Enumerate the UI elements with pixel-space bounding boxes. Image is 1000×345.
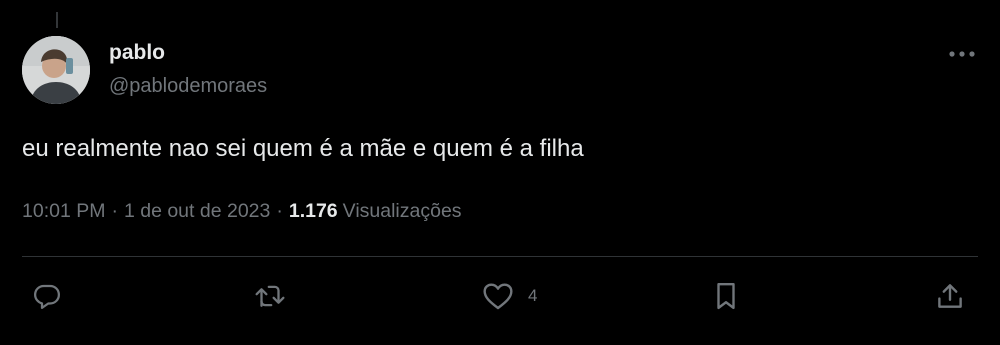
- retweet-icon: [255, 285, 285, 307]
- profile-photo: [22, 36, 90, 104]
- bookmark-button[interactable]: [712, 278, 740, 314]
- tweet-date[interactable]: 1 de out de 2023: [124, 200, 270, 223]
- bookmark-icon: [717, 282, 735, 310]
- more-options-button[interactable]: [942, 40, 982, 68]
- author-handle[interactable]: @pablodemoraes: [109, 75, 267, 98]
- avatar[interactable]: [22, 36, 90, 104]
- tweet-time[interactable]: 10:01 PM: [22, 200, 105, 223]
- reply-icon: [34, 284, 60, 309]
- share-icon: [938, 284, 962, 308]
- like-count: 4: [528, 286, 538, 305]
- tweet-metadata: 10:01 PM · 1 de out de 2023 · 1.176 Visu…: [22, 200, 462, 223]
- thread-connector-line: [56, 12, 58, 28]
- author-display-name[interactable]: pablo: [109, 41, 165, 65]
- retweet-button[interactable]: [253, 278, 287, 314]
- meta-separator: ·: [276, 200, 283, 222]
- views-label: Visualizações: [342, 200, 462, 222]
- views-count: 1.176: [288, 200, 338, 222]
- like-button[interactable]: 4: [482, 278, 537, 314]
- meta-separator: ·: [111, 200, 118, 222]
- tweet-text: eu realmente nao sei quem é a mãe e quem…: [22, 135, 584, 162]
- reply-button[interactable]: [32, 278, 62, 314]
- divider: [22, 256, 978, 257]
- more-icon: [949, 51, 975, 57]
- heart-icon: [483, 283, 513, 310]
- share-button[interactable]: [935, 278, 965, 314]
